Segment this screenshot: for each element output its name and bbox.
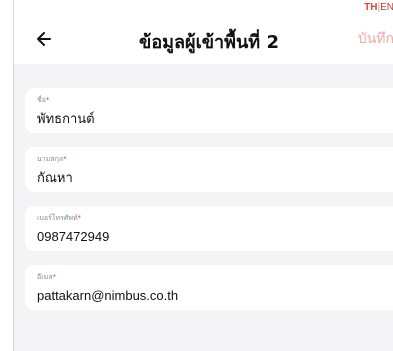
page-title: ข้อมูลผู้เข้าพื้นที่ 2 [139, 32, 279, 53]
first-name-field[interactable]: ชื่อ* พัทธกานต์ [25, 88, 393, 133]
last-name-input[interactable]: กัณหา [37, 170, 390, 186]
save-button[interactable]: บันทึก [358, 28, 393, 50]
phone-label: เบอร์โทรศัพท์* [37, 214, 82, 222]
last-name-label: นามสกุล* [37, 155, 67, 163]
email-input[interactable]: pattakarn@nimbus.co.th [37, 288, 390, 304]
first-name-label: ชื่อ* [37, 96, 50, 104]
required-mark: * [45, 96, 50, 104]
email-field[interactable]: อีเมล* pattakarn@nimbus.co.th [25, 265, 393, 310]
last-name-field[interactable]: นามสกุล* กัณหา [25, 147, 393, 192]
phone-field[interactable]: เบอร์โทรศัพท์* 0987472949 [25, 206, 393, 251]
email-label: อีเมล* [37, 273, 57, 281]
header-bar: ข้อมูลผู้เข้าพื้นที่ 2 TH|EN บันทึก [14, 0, 393, 64]
phone-input[interactable]: 0987472949 [37, 229, 390, 245]
app-screen: ข้อมูลผู้เข้าพื้นที่ 2 TH|EN บันทึก ชื่อ… [13, 0, 393, 351]
required-mark: * [77, 214, 82, 222]
visitor-form: ชื่อ* พัทธกานต์ นามสกุล* กัณหา เบอร์โทรศ… [25, 88, 393, 324]
language-th-option[interactable]: TH [364, 2, 377, 13]
language-en-option[interactable]: EN [380, 2, 393, 13]
required-mark: * [52, 273, 57, 281]
required-mark: * [63, 155, 67, 163]
first-name-input[interactable]: พัทธกานต์ [37, 111, 390, 127]
language-switcher: TH|EN [364, 2, 393, 13]
